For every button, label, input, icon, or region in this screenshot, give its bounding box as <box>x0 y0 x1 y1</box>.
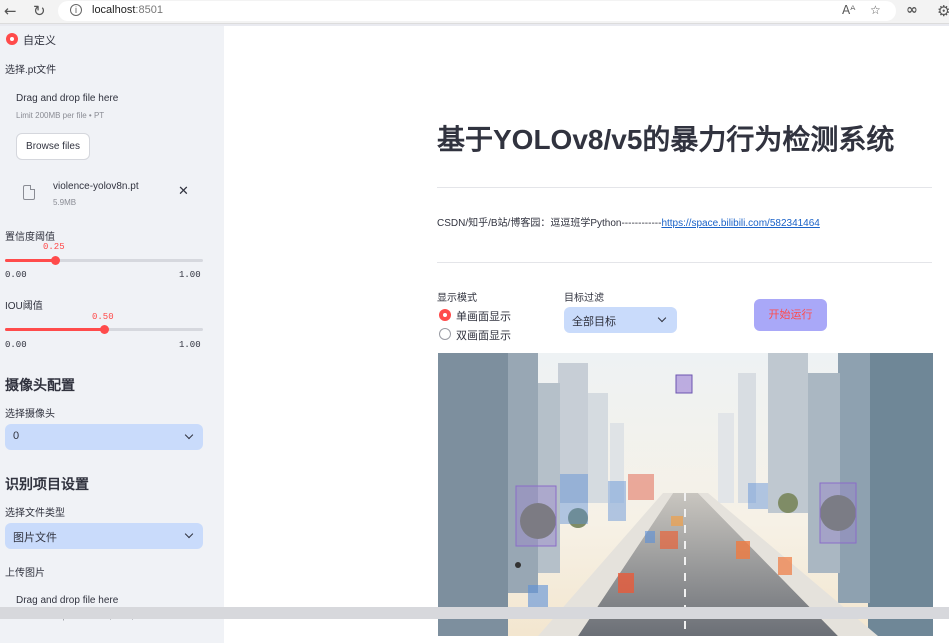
confidence-slider-fill <box>5 259 55 262</box>
dropzone-title: Drag and drop file here <box>16 93 119 104</box>
display-mode-dual[interactable]: 双画面显示 <box>456 327 511 343</box>
camera-label: 选择摄像头 <box>5 409 55 420</box>
radio-unselected-icon[interactable] <box>439 328 451 340</box>
back-arrow-icon[interactable]: ← <box>4 2 17 20</box>
browse-files-button[interactable]: Browse files <box>16 133 90 160</box>
confidence-label: 置信度阈值 <box>5 232 55 243</box>
camera-heading: 摄像头配置 <box>5 377 75 393</box>
chevron-down-icon <box>184 430 194 440</box>
file-type-label: 选择文件类型 <box>5 508 65 519</box>
sidebar: 自定义 选择.pt文件 Drag and drop file here Limi… <box>0 26 224 643</box>
credits-line: CSDN/知乎/B站/博客园：逗逗班学Python------------htt… <box>437 214 820 229</box>
detection-image <box>438 353 933 636</box>
display-mode-label: 显示模式 <box>437 293 477 304</box>
pt-file-dropzone[interactable]: Drag and drop file here Limit 200MB per … <box>5 80 219 124</box>
bilibili-link[interactable]: https://space.bilibili.com/582341464 <box>661 218 819 229</box>
info-icon[interactable]: i <box>70 4 82 16</box>
confidence-slider-handle[interactable] <box>50 256 60 265</box>
upload-image-label: 上传图片 <box>5 568 45 579</box>
infinity-icon[interactable]: ∞ <box>906 2 918 18</box>
file-type-select-value: 图片文件 <box>13 532 57 544</box>
uploaded-file-size: 5.9MB <box>53 198 77 207</box>
divider <box>437 262 932 263</box>
chevron-down-icon <box>657 313 667 323</box>
confidence-value: 0.25 <box>43 242 65 252</box>
radio-selected-icon[interactable] <box>439 309 451 321</box>
confidence-max: 1.00 <box>179 270 201 280</box>
iou-label: IOU阈值 <box>5 301 43 312</box>
iou-slider-handle[interactable] <box>100 325 109 334</box>
camera-select-value: 0 <box>13 430 20 442</box>
target-filter-select[interactable]: 全部目标 <box>564 307 677 333</box>
read-aloud-icon[interactable]: Aᴬ <box>842 3 855 17</box>
reload-icon[interactable]: ↻ <box>33 2 46 20</box>
camera-select[interactable]: 0 <box>5 424 203 450</box>
credits-text: CSDN/知乎/B站/博客园：逗逗班学Python------------ <box>437 218 662 229</box>
iou-max: 1.00 <box>179 340 201 350</box>
target-filter-label: 目标过滤 <box>564 293 604 304</box>
iou-min: 0.00 <box>5 340 27 350</box>
display-mode-single[interactable]: 单画面显示 <box>456 308 511 324</box>
start-button[interactable]: 开始运行 <box>754 299 827 331</box>
close-icon[interactable]: ✕ <box>178 184 189 199</box>
file-icon <box>23 185 35 200</box>
gear-icon[interactable]: ⚙ <box>937 2 949 20</box>
browser-toolbar: ← ↻ i localhost:8501 Aᴬ ☆ ∞ ⚙ <box>0 0 949 24</box>
recognition-heading: 识别项目设置 <box>5 476 89 492</box>
confidence-slider[interactable] <box>5 259 203 262</box>
street-scene-image <box>438 353 933 636</box>
uploaded-file-name: violence-yolov8n.pt <box>53 181 139 192</box>
pt-file-label: 选择.pt文件 <box>5 65 57 76</box>
target-filter-value: 全部目标 <box>572 316 616 328</box>
star-icon[interactable]: ☆ <box>870 3 881 17</box>
custom-option-label[interactable]: 自定义 <box>23 32 56 48</box>
dropzone-title: Drag and drop file here <box>16 595 119 606</box>
chevron-down-icon <box>184 529 194 539</box>
url-text: localhost:8501 <box>92 4 163 16</box>
iou-value: 0.50 <box>92 312 114 322</box>
radio-selected-icon[interactable] <box>6 33 18 45</box>
iou-slider-fill <box>5 328 104 331</box>
page-title: 基于YOLOv8/v5的暴力行为检测系统 <box>437 124 895 155</box>
confidence-min: 0.00 <box>5 270 27 280</box>
divider <box>437 187 932 188</box>
dropzone-limit: Limit 200MB per file • PT <box>16 111 105 120</box>
address-bar[interactable]: i localhost:8501 Aᴬ ☆ <box>58 1 896 21</box>
file-type-select[interactable]: 图片文件 <box>5 523 203 549</box>
horizontal-scrollbar[interactable] <box>0 607 949 619</box>
